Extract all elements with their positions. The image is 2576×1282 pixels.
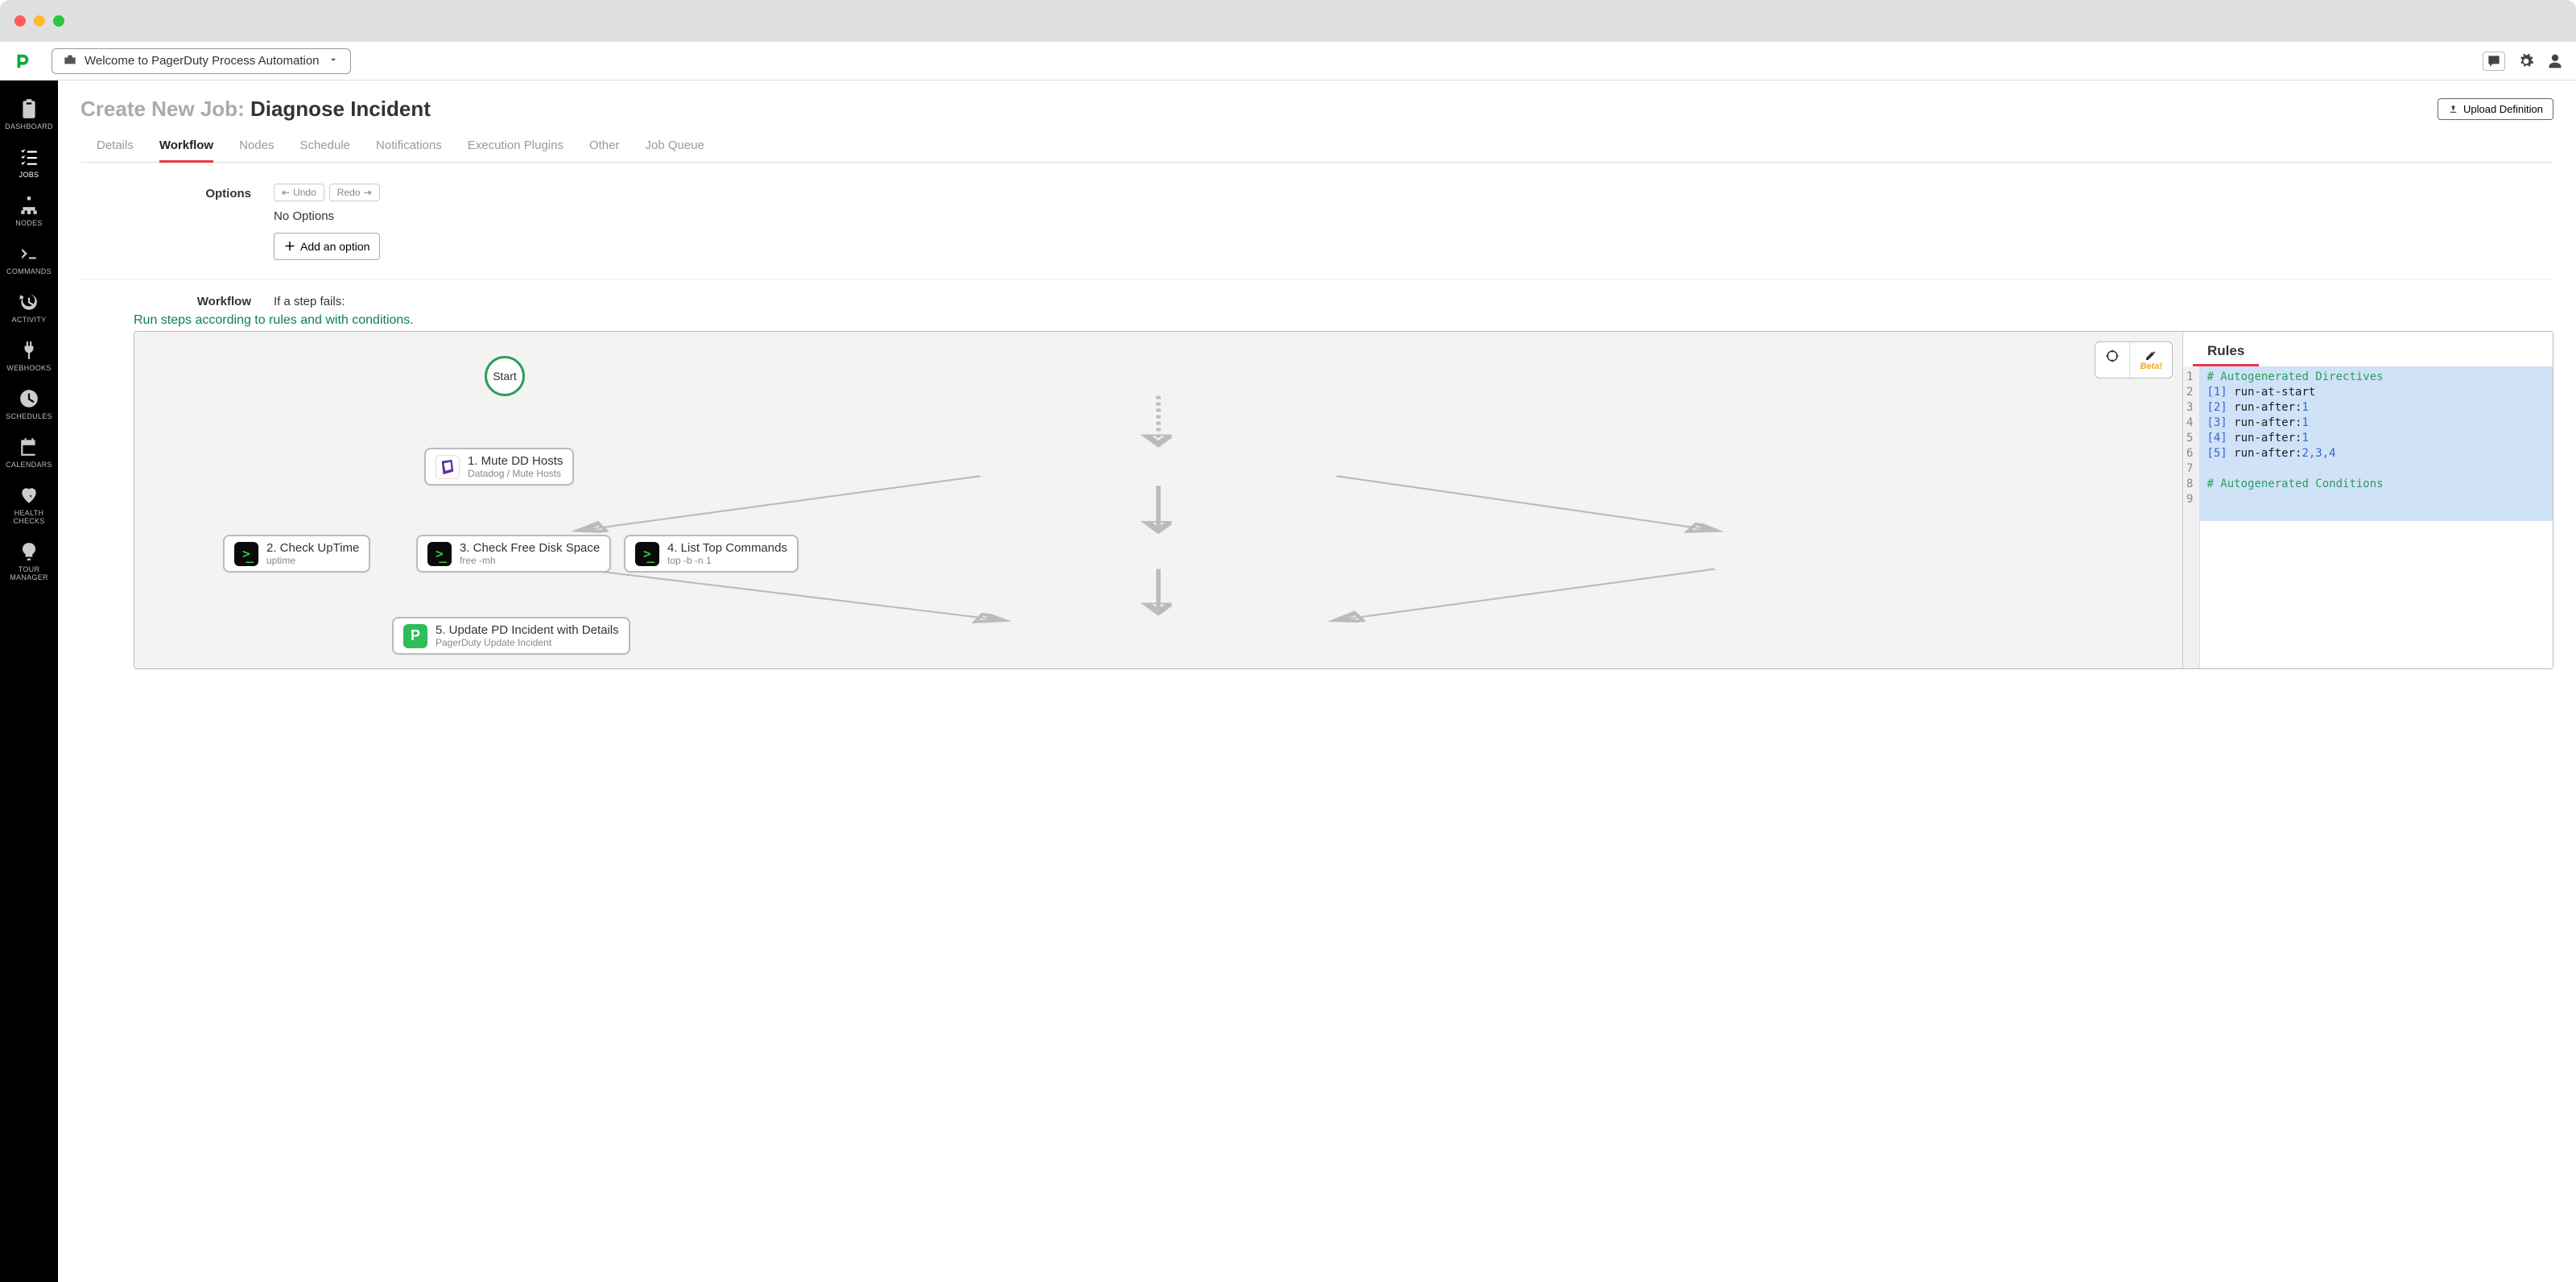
step-fails-label: If a step fails:: [274, 295, 2553, 308]
rules-panel-header: Rules: [2193, 332, 2259, 366]
tab-bar: Details Workflow Nodes Schedule Notifica…: [80, 130, 2553, 163]
calendar-icon: [19, 436, 39, 457]
no-options-text: No Options: [274, 209, 2553, 223]
sidebar-item-tour-manager[interactable]: TOUR MANAGER: [0, 535, 58, 588]
sidebar: DASHBOARD JOBS NODES COMMANDS ACTIVITY W…: [0, 81, 58, 1282]
terminal-step-icon: >: [234, 542, 258, 566]
rules-code-editor[interactable]: 1 2 3 4 5 6 7 8 9 # Autogenerated Direct…: [2183, 366, 2553, 668]
terminal-step-icon: >: [427, 542, 452, 566]
tab-schedule[interactable]: Schedule: [299, 130, 350, 163]
tab-details[interactable]: Details: [97, 130, 134, 163]
workflow-canvas[interactable]: Beta! Start: [134, 332, 2182, 668]
clipboard-icon: [19, 98, 39, 119]
chevron-down-icon: [328, 54, 339, 68]
workflow-node-3[interactable]: > 3. Check Free Disk Space free -mh: [416, 535, 611, 573]
chat-icon: [2486, 53, 2502, 69]
list-check-icon: [19, 147, 39, 167]
crosshair-icon: [2105, 349, 2120, 363]
terminal-icon: [19, 243, 39, 264]
project-selector-label: Welcome to PagerDuty Process Automation: [85, 54, 320, 68]
chat-button[interactable]: [2483, 52, 2505, 71]
code-content[interactable]: # Autogenerated Directives [1] run-at-st…: [2200, 366, 2553, 521]
browser-chrome: [0, 0, 2576, 42]
tab-job-queue[interactable]: Job Queue: [645, 130, 704, 163]
edit-mode-button[interactable]: Beta!: [2130, 342, 2172, 378]
redo-button[interactable]: Redo ⇥: [329, 184, 380, 201]
sidebar-item-dashboard[interactable]: DASHBOARD: [0, 92, 58, 137]
add-option-button[interactable]: ＋ Add an option: [274, 233, 380, 260]
sidebar-item-commands[interactable]: COMMANDS: [0, 237, 58, 282]
workflow-start-node[interactable]: Start: [485, 356, 525, 396]
main-content: Create New Job: Diagnose Incident Upload…: [58, 81, 2576, 1282]
upload-definition-button[interactable]: Upload Definition: [2438, 98, 2553, 120]
workflow-node-5[interactable]: P 5. Update PD Incident with Details Pag…: [392, 617, 630, 655]
lightbulb-icon: [19, 541, 39, 562]
canvas-toolbar: Beta!: [2095, 341, 2173, 378]
workflow-node-2[interactable]: > 2. Check UpTime uptime: [223, 535, 370, 573]
network-icon: [19, 195, 39, 216]
workflow-node-1[interactable]: 1. Mute DD Hosts Datadog / Mute Hosts: [424, 448, 574, 486]
workflow-editor: Beta! Start: [134, 331, 2553, 669]
undo-button[interactable]: ⇤ Undo: [274, 184, 324, 201]
window-close-icon[interactable]: [14, 15, 26, 27]
sidebar-item-jobs[interactable]: JOBS: [0, 140, 58, 185]
sidebar-item-health-checks[interactable]: HEALTH CHECKS: [0, 478, 58, 531]
clock-icon: [19, 388, 39, 409]
options-label: Options: [80, 184, 274, 260]
center-view-button[interactable]: [2095, 342, 2130, 378]
tab-workflow[interactable]: Workflow: [159, 130, 213, 163]
window-minimize-icon[interactable]: [34, 15, 45, 27]
pagerduty-logo-icon[interactable]: [13, 52, 32, 71]
sidebar-item-schedules[interactable]: SCHEDULES: [0, 382, 58, 427]
rules-mode-link[interactable]: Run steps according to rules and with co…: [134, 313, 2553, 328]
rules-panel: Rules 1 2 3 4 5 6 7 8 9: [2182, 332, 2553, 668]
tab-nodes[interactable]: Nodes: [239, 130, 274, 163]
heartbeat-icon: [19, 485, 39, 506]
pencil-icon: [2145, 349, 2157, 362]
toolbox-icon: [64, 54, 76, 68]
tab-other[interactable]: Other: [589, 130, 620, 163]
plug-icon: [19, 340, 39, 361]
sidebar-item-webhooks[interactable]: WEBHOOKS: [0, 333, 58, 378]
tab-notifications[interactable]: Notifications: [376, 130, 442, 163]
code-gutter: 1 2 3 4 5 6 7 8 9: [2183, 366, 2200, 668]
sidebar-item-nodes[interactable]: NODES: [0, 188, 58, 234]
workflow-node-4[interactable]: > 4. List Top Commands top -b -n 1: [624, 535, 799, 573]
user-icon[interactable]: [2547, 53, 2563, 69]
workflow-section-header: Workflow If a step fails:: [80, 288, 2553, 313]
upload-icon: [2448, 104, 2458, 114]
gear-icon[interactable]: [2518, 53, 2534, 69]
window-maximize-icon[interactable]: [53, 15, 64, 27]
topbar: Welcome to PagerDuty Process Automation: [0, 42, 2576, 81]
datadog-icon: [436, 455, 460, 479]
pagerduty-step-icon: P: [403, 624, 427, 648]
sidebar-item-calendars[interactable]: CALENDARS: [0, 430, 58, 475]
history-icon: [19, 292, 39, 312]
undo-arrow-icon: ⇤: [282, 187, 290, 198]
project-selector-dropdown[interactable]: Welcome to PagerDuty Process Automation: [52, 48, 351, 74]
tab-execution-plugins[interactable]: Execution Plugins: [468, 130, 564, 163]
page-title: Create New Job: Diagnose Incident: [80, 97, 431, 122]
workflow-label: Workflow: [80, 295, 274, 308]
options-section: Options ⇤ Undo Redo ⇥ No Options ＋ Add a…: [80, 177, 2553, 280]
terminal-step-icon: >: [635, 542, 659, 566]
plus-icon: ＋: [284, 238, 295, 254]
sidebar-item-activity[interactable]: ACTIVITY: [0, 285, 58, 330]
redo-arrow-icon: ⇥: [363, 187, 371, 198]
